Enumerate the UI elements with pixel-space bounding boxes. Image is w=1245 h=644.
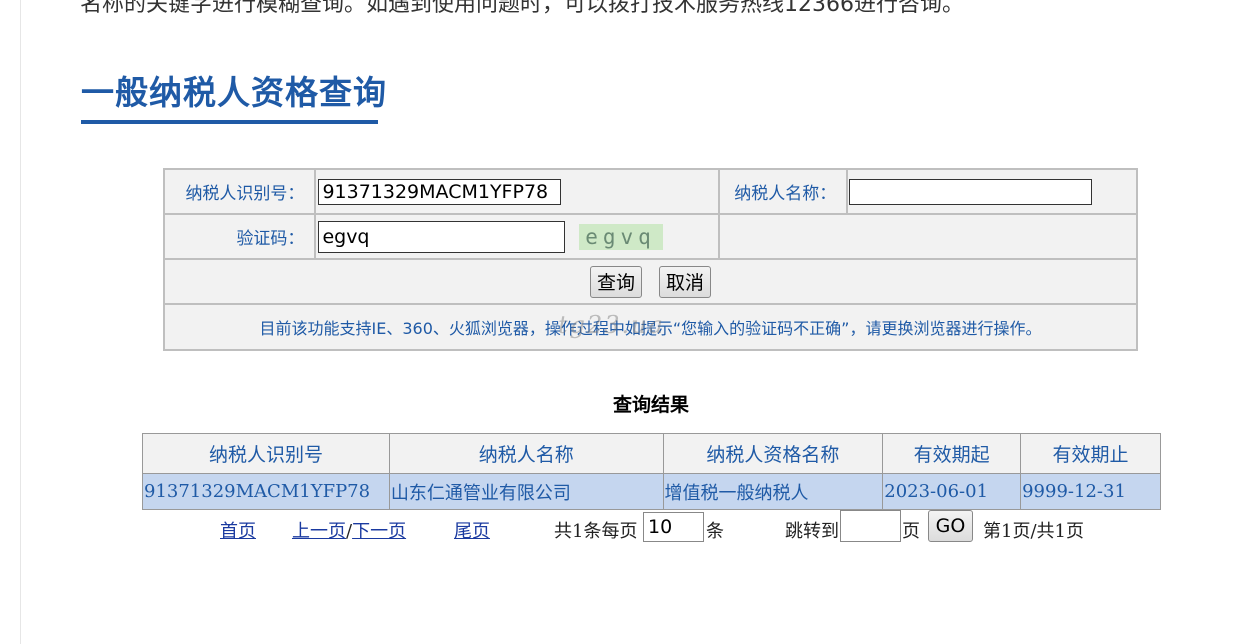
- last-page-link[interactable]: 尾页: [454, 521, 490, 542]
- cell-valid-from: 2023-06-01: [882, 473, 1022, 510]
- query-button[interactable]: 查询: [589, 265, 642, 298]
- browser-notice: 目前该功能支持IE、360、火狐浏览器，操作过程中如提示“您输入的验证码不正确”…: [163, 303, 1138, 351]
- go-button[interactable]: GO: [928, 510, 973, 542]
- jump-page-input[interactable]: [840, 510, 901, 542]
- query-form: 纳税人识别号： 纳税人名称： 验证码： egvq 查询 取消 目前该功能支持IE…: [162, 168, 1139, 351]
- captcha-input[interactable]: [318, 220, 566, 253]
- empty-cell: [717, 213, 1139, 260]
- jump-prefix: 跳转到: [785, 521, 839, 542]
- table-row[interactable]: 91371329MACM1YFP78 山东仁通管业有限公司 增值税一般纳税人 2…: [142, 473, 1161, 510]
- taxpayer-id-label: 纳税人识别号：: [162, 168, 317, 215]
- taxpayer-name-input[interactable]: [849, 178, 1093, 205]
- captcha-cell: egvq: [314, 213, 720, 260]
- watermark-logo: tg23.ua: [558, 311, 665, 339]
- jump-suffix: 页: [902, 521, 920, 542]
- button-row: 查询 取消: [163, 258, 1138, 305]
- next-page-link[interactable]: 下一页: [352, 521, 406, 542]
- cell-qualification: 增值税一般纳税人: [662, 473, 884, 510]
- prev-page-link[interactable]: 上一页: [292, 521, 346, 542]
- header-taxpayer-id: 纳税人识别号: [142, 433, 390, 474]
- header-taxpayer-name: 纳税人名称: [388, 433, 664, 474]
- header-qualification: 纳税人资格名称: [662, 433, 884, 474]
- intro-text: 名称的关键字进行模糊查询。如遇到使用问题时，可以拨打技术服务热线12366进行咨…: [80, 0, 964, 17]
- taxpayer-name-label: 纳税人名称：: [717, 168, 849, 215]
- page-info: 第1页/共1页: [983, 521, 1084, 542]
- taxpayer-id-input[interactable]: [318, 178, 562, 205]
- page-title: 一般纳税人资格查询: [81, 73, 387, 112]
- pagination: 首页 上一页/下一页 尾页 共1条每页 条 跳转到 页 GO 第1页/共1页: [142, 510, 1161, 544]
- page-size-input[interactable]: [643, 512, 704, 542]
- taxpayer-id-cell: [314, 168, 720, 215]
- result-header-row: 纳税人识别号 纳税人名称 纳税人资格名称 有效期起 有效期止: [142, 433, 1161, 474]
- per-page-suffix: 条: [706, 521, 724, 542]
- first-page-link[interactable]: 首页: [220, 521, 256, 542]
- result-title: 查询结果: [612, 394, 689, 416]
- taxpayer-name-cell: [846, 168, 1138, 215]
- page-left-border: [20, 0, 21, 644]
- captcha-label: 验证码：: [162, 213, 317, 260]
- result-table: 纳税人识别号 纳税人名称 纳税人资格名称 有效期起 有效期止 91371329M…: [142, 433, 1161, 510]
- captcha-image[interactable]: egvq: [578, 223, 663, 250]
- cell-taxpayer-name: 山东仁通管业有限公司: [388, 473, 664, 510]
- per-page-prefix: 共1条每页: [554, 521, 638, 542]
- title-underline: [81, 120, 378, 124]
- cell-valid-to: 9999-12-31: [1020, 473, 1161, 510]
- cell-taxpayer-id: 91371329MACM1YFP78: [142, 473, 390, 510]
- cancel-button[interactable]: 取消: [659, 265, 712, 298]
- header-valid-to: 有效期止: [1020, 433, 1161, 474]
- header-valid-from: 有效期起: [882, 433, 1022, 474]
